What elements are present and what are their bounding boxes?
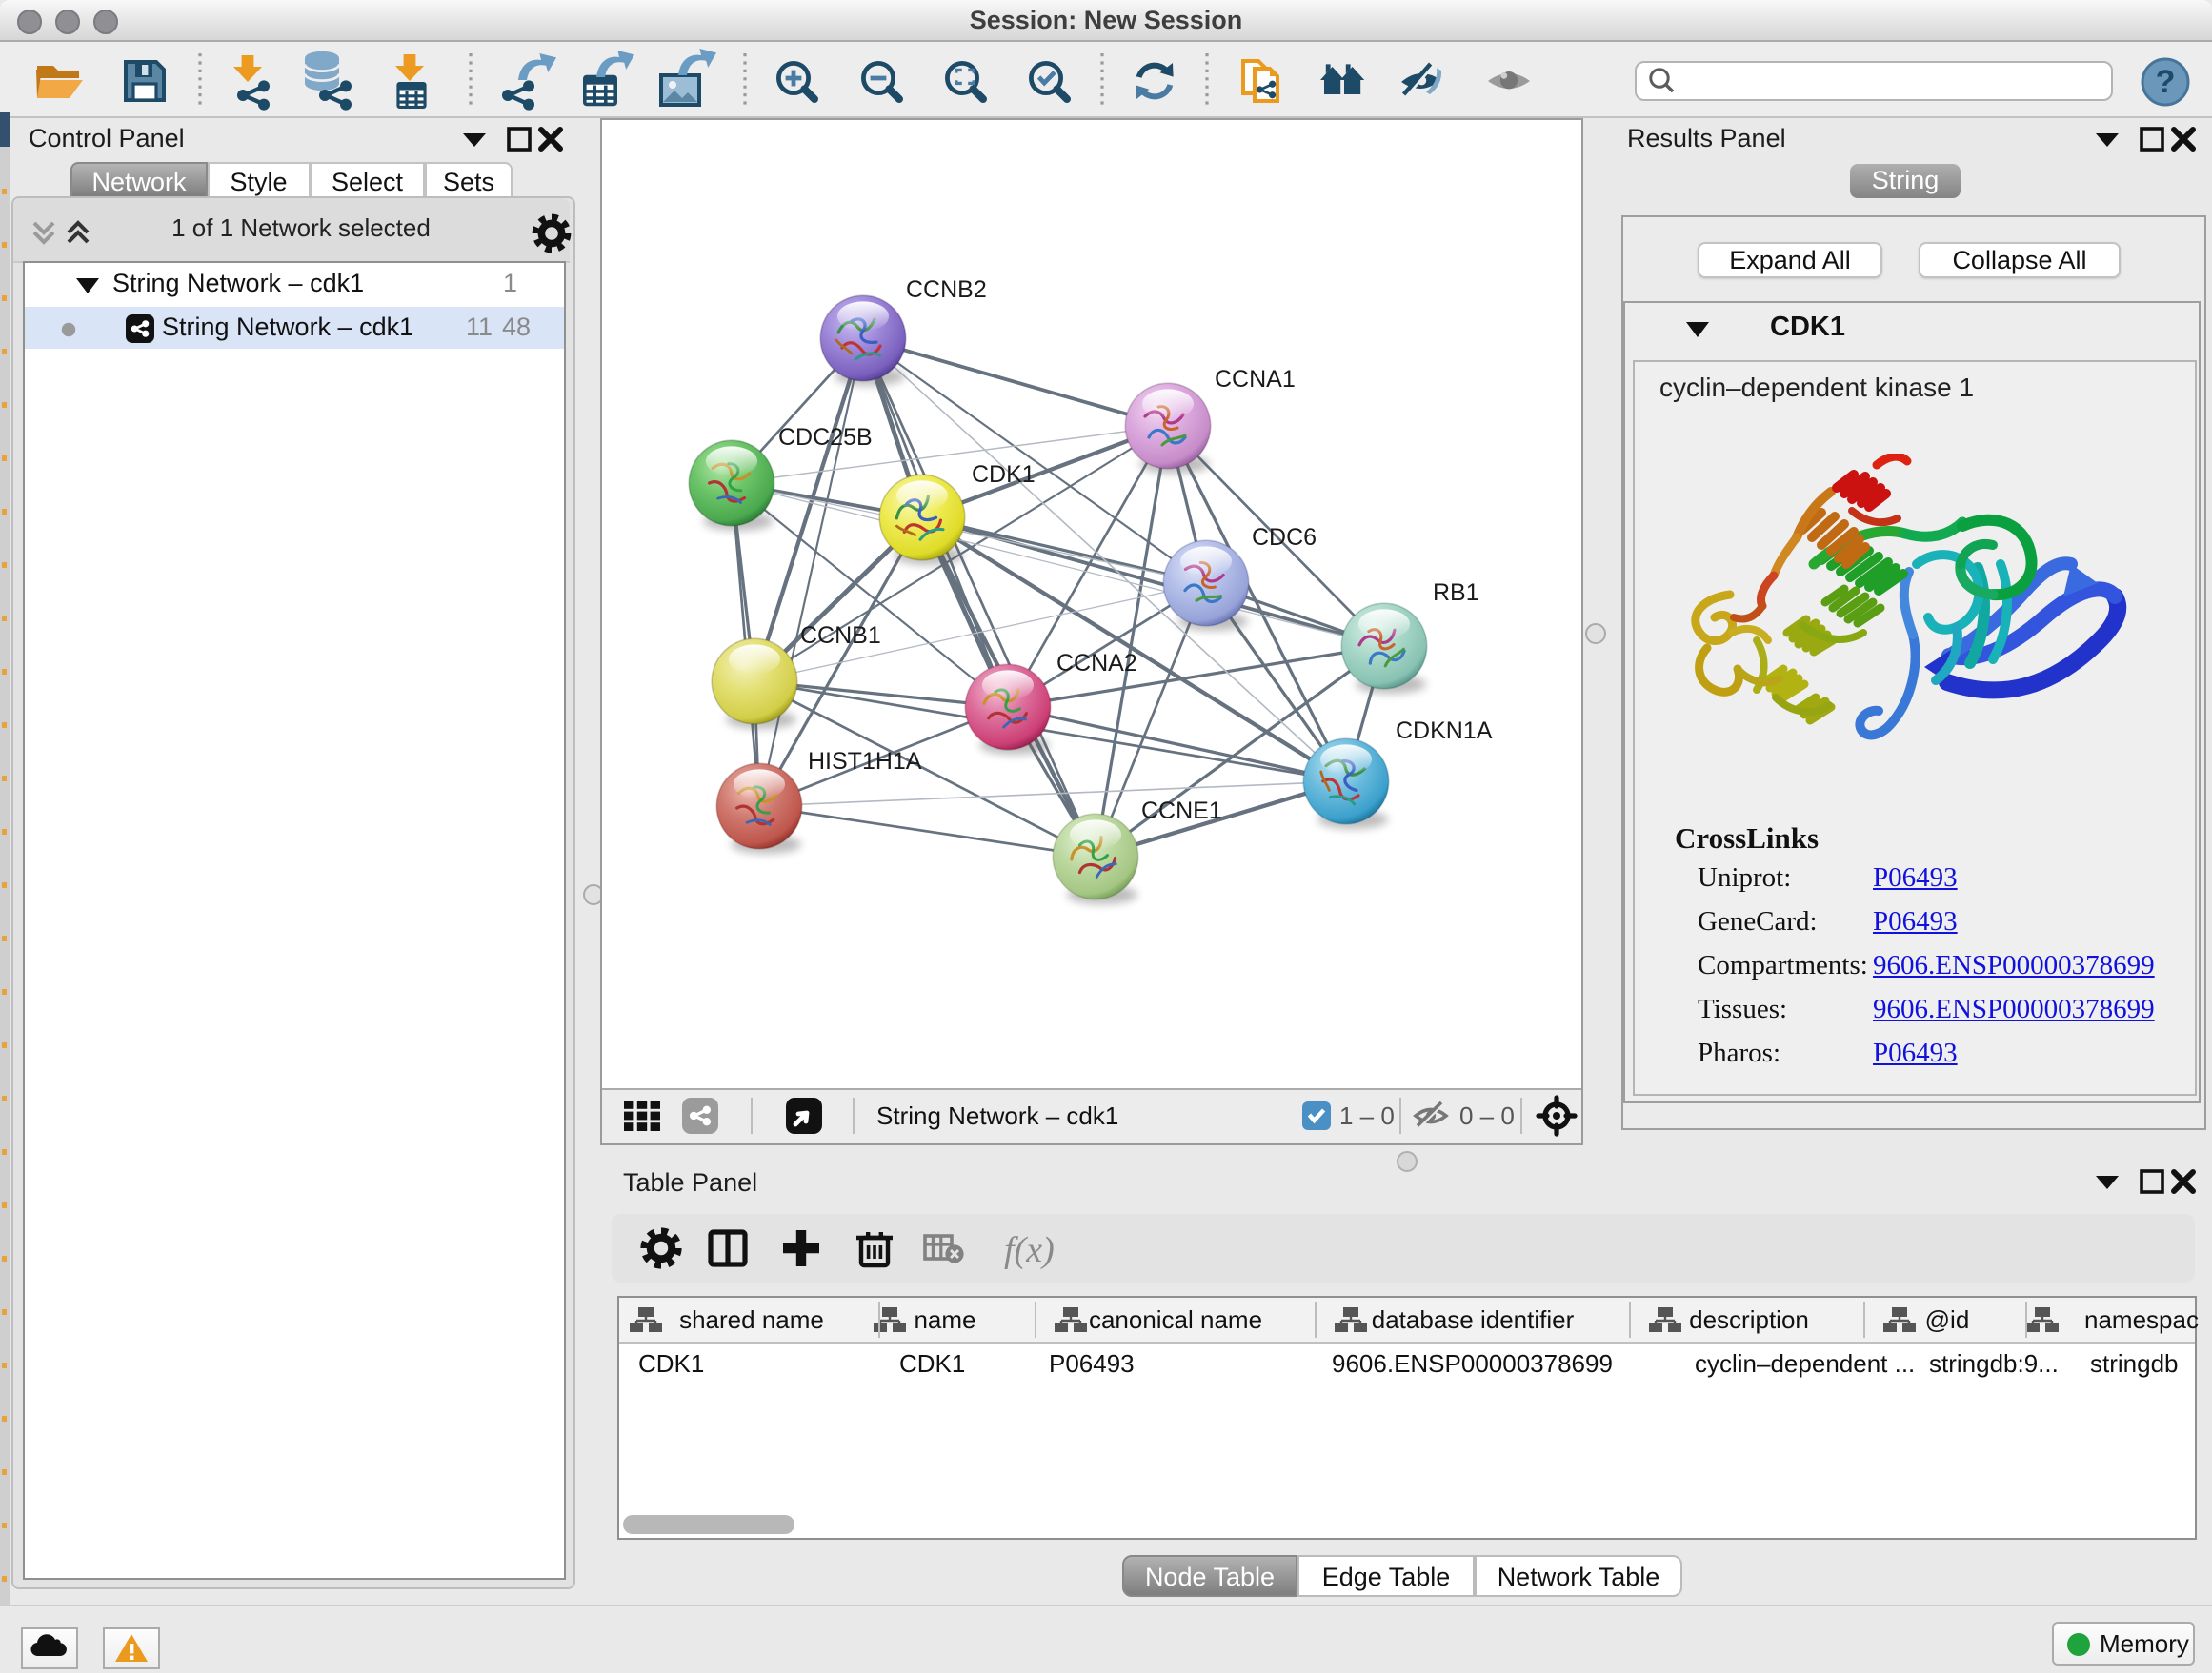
svg-text:CCNB1: CCNB1	[800, 622, 881, 649]
svg-text:?: ?	[2156, 64, 2176, 100]
svg-text:f(x): f(x)	[1004, 1230, 1055, 1270]
svg-text:HIST1H1A: HIST1H1A	[808, 748, 922, 775]
svg-text:0 – 0: 0 – 0	[1459, 1101, 1515, 1130]
svg-text:CCNE1: CCNE1	[1141, 798, 1222, 824]
svg-text:CCNB2: CCNB2	[906, 276, 987, 303]
svg-text:CDC25B: CDC25B	[778, 424, 873, 451]
svg-text:CDC6: CDC6	[1252, 524, 1317, 551]
svg-text:String Network – cdk1: String Network – cdk1	[876, 1101, 1118, 1130]
svg-text:CDK1: CDK1	[972, 461, 1036, 488]
svg-text:RB1: RB1	[1433, 579, 1479, 606]
svg-text:CDKN1A: CDKN1A	[1396, 717, 1493, 744]
svg-text:CCNA2: CCNA2	[1056, 650, 1137, 677]
svg-text:CCNA1: CCNA1	[1215, 366, 1296, 393]
svg-text:1 – 0: 1 – 0	[1339, 1101, 1395, 1130]
